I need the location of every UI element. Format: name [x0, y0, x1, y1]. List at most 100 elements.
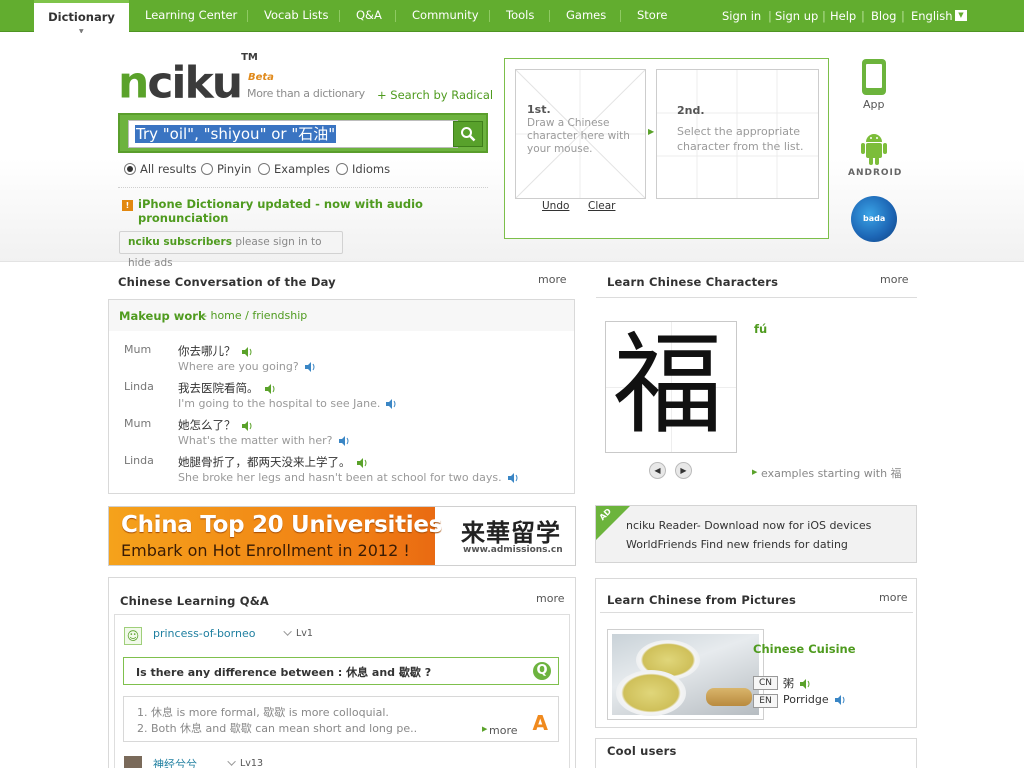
conversation-topic: Makeup work - home / friendship — [108, 299, 575, 332]
search-input[interactable]: Try "oil", "shiyou" or "石油" — [128, 120, 458, 148]
picture-topic-link[interactable]: Chinese Cuisine — [753, 642, 856, 656]
speaker-icon[interactable] — [799, 679, 811, 689]
ad-link-reader[interactable]: nciku Reader- Download now for iOS devic… — [626, 519, 871, 532]
qa-username[interactable]: princess-of-borneo — [153, 627, 255, 640]
speaker-icon[interactable] — [241, 346, 253, 357]
user-avatar-icon[interactable]: ☺ — [124, 627, 142, 645]
tab-games[interactable]: Games — [566, 0, 606, 32]
chevron-down-icon[interactable]: ▼ — [955, 10, 967, 21]
tab-learning-center[interactable]: Learning Center — [145, 0, 237, 32]
tab-vocab-lists[interactable]: Vocab Lists — [264, 0, 328, 32]
handwriting-input-panel: 1st. Draw a Chinese character here with … — [504, 58, 829, 239]
radio-idioms[interactable]: Idioms — [336, 160, 390, 178]
subscribers-button[interactable]: nciku subscribers please sign in to hide… — [119, 231, 343, 269]
characters-more-link[interactable]: more — [880, 273, 909, 286]
user-level: Lv1 — [283, 627, 313, 639]
qa-more-link[interactable]: more — [536, 592, 565, 605]
nav-divider — [247, 10, 248, 22]
link-divider: | — [861, 9, 865, 23]
qa-title: Chinese Learning Q&A — [120, 594, 270, 608]
language-select[interactable]: English — [911, 0, 953, 32]
conversation-more-link[interactable]: more — [538, 273, 567, 286]
iphone-update-link[interactable]: iPhone Dictionary updated - now with aud… — [138, 197, 438, 225]
nav-divider — [339, 10, 340, 22]
cn-tag: CN — [753, 676, 778, 690]
qa-username[interactable]: 神经兮兮 — [153, 756, 197, 768]
characters-title: Learn Chinese Characters — [607, 275, 779, 289]
bada-icon[interactable] — [851, 196, 897, 242]
speaker-icon[interactable] — [385, 399, 397, 409]
blog-link[interactable]: Blog — [871, 0, 896, 32]
cn-word: 粥 — [783, 675, 811, 691]
dialog-zh: 你去哪儿？ — [178, 343, 253, 359]
radio-button[interactable] — [201, 163, 213, 175]
app-label[interactable]: App — [863, 98, 885, 111]
radio-button[interactable] — [336, 163, 348, 175]
drawing-canvas[interactable]: 1st. Draw a Chinese character here with … — [515, 69, 646, 199]
sign-in-link[interactable]: Sign in — [722, 0, 761, 32]
sign-up-link[interactable]: Sign up — [775, 0, 818, 32]
radio-label: Examples — [274, 162, 330, 176]
qa-question[interactable]: Is there any difference between : 休息 and… — [123, 657, 559, 685]
answer-more-link[interactable]: more — [489, 724, 518, 737]
arrow-right-icon: ▶ — [752, 468, 758, 476]
previous-icon[interactable]: ◀ — [649, 462, 666, 479]
tab-qa[interactable]: Q&A — [356, 0, 382, 32]
next-icon[interactable]: ▶ — [675, 462, 692, 479]
tab-store[interactable]: Store — [637, 0, 667, 32]
speaker-icon[interactable] — [338, 436, 350, 446]
porridge-photo[interactable] — [607, 629, 764, 720]
radio-label: All results — [140, 162, 197, 176]
step1-text: Draw a Chinese character here with your … — [527, 117, 630, 155]
conversation-body: Mum 你去哪儿？ Where are you going? Linda 我去医… — [108, 331, 575, 494]
speaker-icon[interactable] — [507, 473, 519, 483]
character-candidate-list[interactable]: 2nd. Select the appropriate character fr… — [656, 69, 819, 199]
speaker-icon[interactable] — [356, 457, 368, 468]
speaker-icon[interactable] — [834, 695, 846, 705]
link-divider: | — [822, 9, 826, 23]
alert-icon: ! — [122, 200, 133, 211]
step1-title: 1st. — [527, 103, 551, 116]
cool-users-title: Cool users — [607, 744, 677, 758]
character-pinyin[interactable]: fú — [754, 322, 767, 336]
search-by-radical-link[interactable]: + Search by Radical — [377, 88, 493, 102]
divider — [600, 612, 913, 613]
radio-examples[interactable]: Examples — [258, 160, 330, 178]
undo-button[interactable]: Undo — [542, 200, 569, 212]
site-logo[interactable]: ncikuTM — [118, 52, 258, 106]
topic-tags[interactable]: - home / friendship — [203, 309, 307, 322]
topic-title[interactable]: Makeup work — [119, 309, 206, 323]
ad-link-worldfriends[interactable]: WorldFriends Find new friends for dating — [626, 538, 848, 551]
search-box: Try "oil", "shiyou" or "石油" — [118, 113, 488, 153]
speaker: Mum — [124, 343, 152, 356]
radio-all-results[interactable]: All results — [124, 160, 196, 178]
featured-character[interactable]: 福 — [613, 326, 723, 444]
ad-banner-universities[interactable]: China Top 20 Universities Embark on Hot … — [108, 506, 576, 566]
speaker-icon[interactable] — [241, 420, 253, 431]
tab-tools[interactable]: Tools — [506, 0, 534, 32]
arrow-right-icon: ▶ — [482, 725, 488, 733]
radio-button[interactable] — [124, 163, 136, 175]
iphone-icon[interactable] — [862, 59, 886, 95]
speaker-icon[interactable] — [304, 362, 316, 372]
help-link[interactable]: Help — [830, 0, 856, 32]
step2-title: 2nd. — [677, 104, 705, 117]
speaker-icon[interactable] — [264, 383, 276, 394]
search-button[interactable] — [453, 121, 483, 147]
radio-pinyin[interactable]: Pinyin — [201, 160, 251, 178]
clear-button[interactable]: Clear — [588, 200, 615, 212]
radio-button[interactable] — [258, 163, 270, 175]
user-avatar[interactable] — [124, 756, 142, 768]
arrow-right-icon: ▶ — [648, 127, 655, 136]
examples-link[interactable]: examples starting with 福 — [761, 465, 902, 481]
tab-community[interactable]: Community — [412, 0, 479, 32]
tagline: More than a dictionary — [247, 87, 365, 100]
banner-brand: 来華留学 — [461, 519, 561, 547]
answer-icon: A — [532, 711, 548, 735]
android-label[interactable]: ANDROID — [848, 168, 902, 178]
pictures-more-link[interactable]: more — [879, 591, 908, 604]
ad-box — [595, 505, 917, 563]
android-icon[interactable] — [858, 130, 890, 166]
speaker: Linda — [124, 454, 154, 467]
tab-dictionary[interactable]: Dictionary ▼ — [34, 0, 129, 35]
